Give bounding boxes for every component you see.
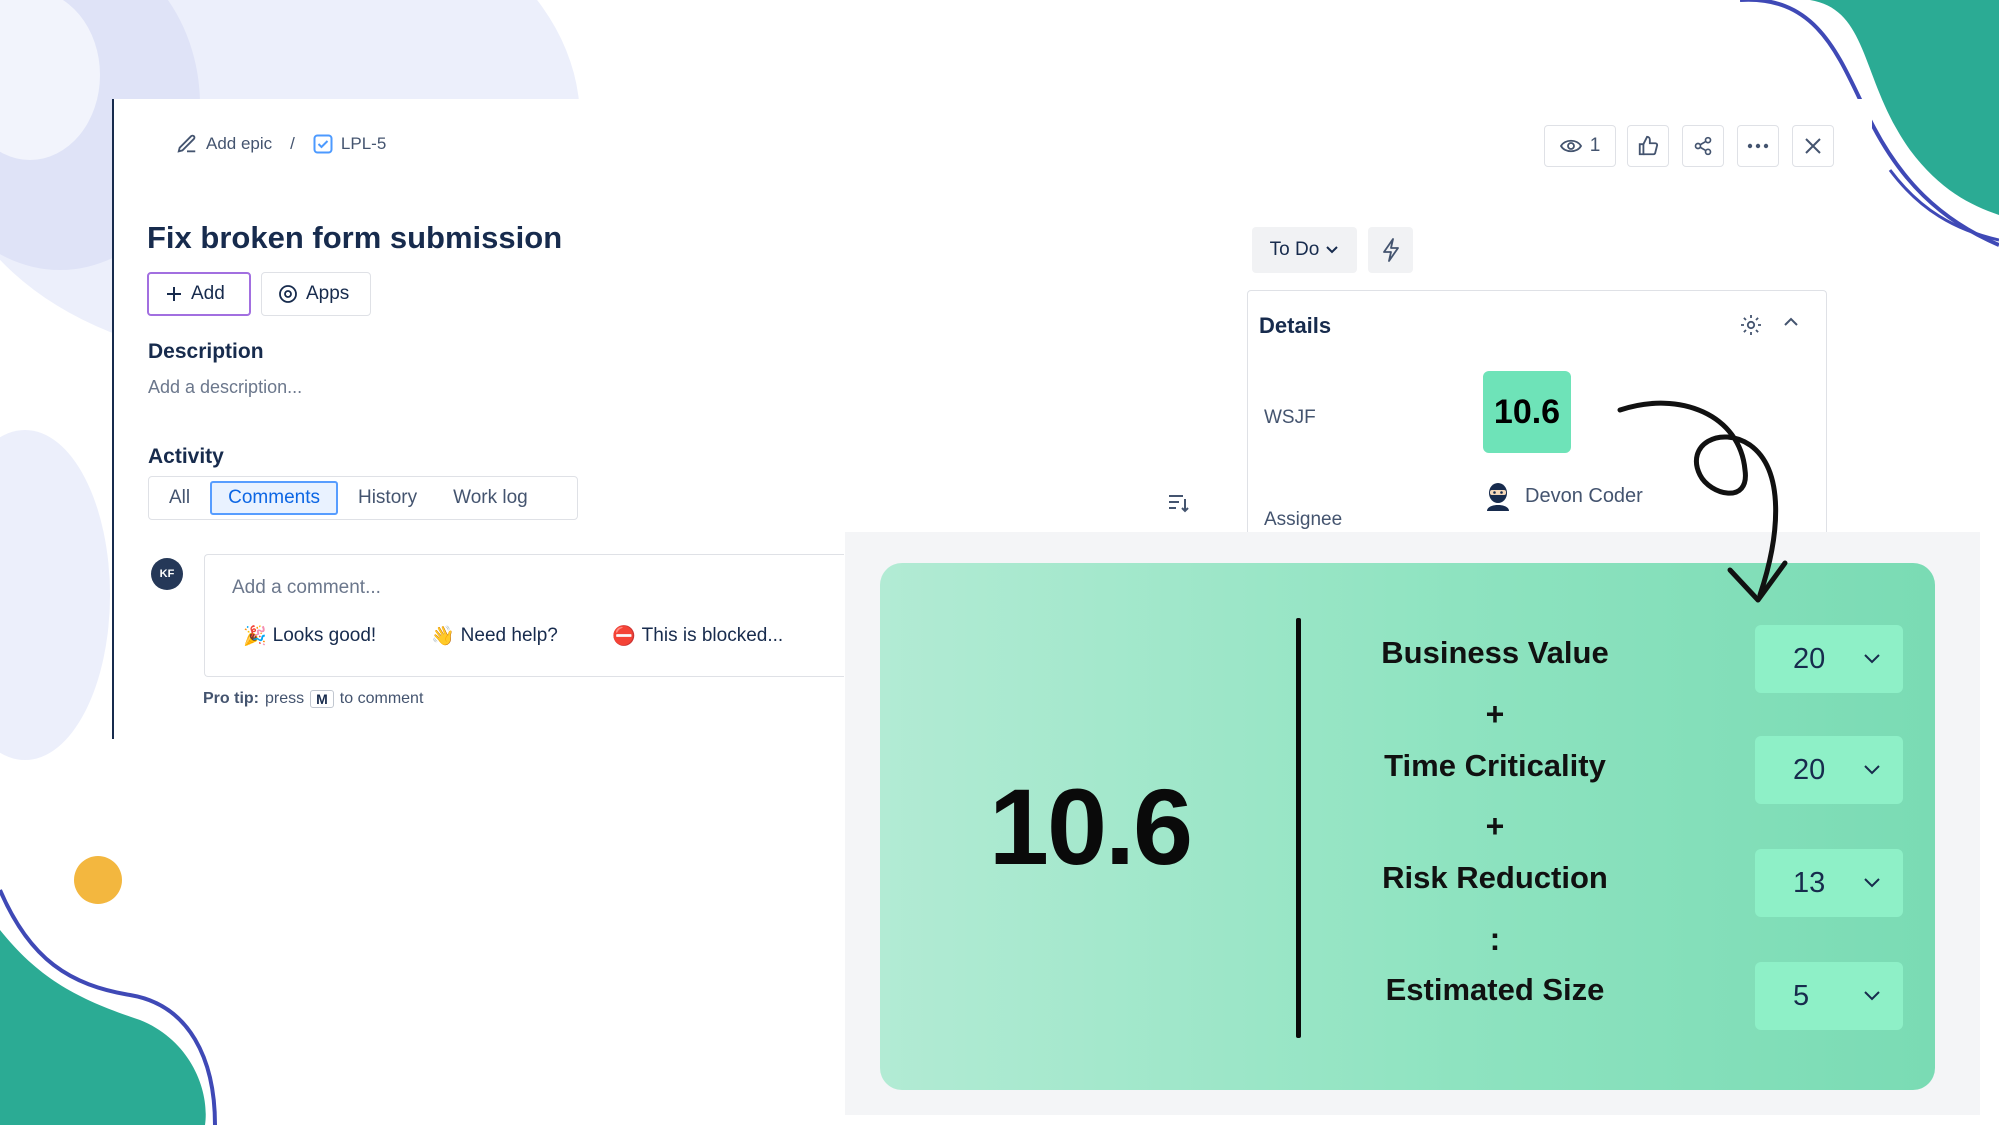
ninja-avatar-icon — [1483, 481, 1513, 511]
risk-reduction-select[interactable]: 13 — [1755, 849, 1903, 917]
wsjf-calculator-panel: 10.6 Business Value + Time Criticality +… — [880, 563, 1935, 1090]
add-epic-label: Add epic — [206, 134, 273, 153]
screen: Add epic / LPL-5 Fix broken form submiss… — [0, 0, 1999, 1125]
quick-reply-label: Need help? — [460, 625, 558, 646]
status-dropdown[interactable]: To Do — [1252, 227, 1357, 273]
chevron-down-icon — [1863, 653, 1881, 665]
background-blob — [0, 430, 110, 760]
breadcrumb: Add epic / LPL-5 — [176, 133, 386, 155]
quick-reply-blocked[interactable]: ⛔ This is blocked... — [612, 624, 783, 648]
comment-placeholder: Add a comment... — [232, 577, 381, 598]
curved-arrow-icon — [1617, 400, 1788, 603]
share-button[interactable] — [1682, 125, 1724, 167]
apps-button[interactable]: Apps — [261, 272, 371, 316]
thumbs-up-icon — [1637, 135, 1659, 157]
share-icon — [1693, 136, 1713, 156]
chevron-down-icon — [1325, 245, 1339, 255]
divider — [1296, 618, 1301, 1038]
quick-reply-label: Looks good! — [272, 625, 377, 646]
task-checkbox-icon — [313, 134, 333, 154]
status-value: To Do — [1269, 239, 1320, 260]
eye-icon — [1559, 138, 1582, 154]
add-button[interactable]: Add — [147, 272, 251, 316]
wsjf-label: WSJF — [1264, 407, 1316, 428]
select-value: 13 — [1793, 866, 1826, 899]
quick-reply-looks-good[interactable]: 🎉 Looks good! — [243, 624, 376, 648]
watch-count: 1 — [1589, 135, 1601, 156]
pro-tip-prefix: Pro tip: — [203, 690, 259, 707]
issue-title[interactable]: Fix broken form submission — [147, 220, 562, 256]
time-criticality-label: Time Criticality — [1384, 748, 1606, 783]
no-entry-emoji-icon: ⛔ — [612, 626, 636, 647]
description-heading: Description — [148, 340, 264, 363]
comment-input[interactable]: Add a comment... 🎉 Looks good! 👋 Need he… — [204, 554, 844, 677]
issue-key-label: LPL-5 — [340, 134, 387, 153]
chevron-down-icon — [1863, 764, 1881, 776]
plus-operator: + — [1485, 696, 1505, 732]
select-value: 5 — [1793, 979, 1810, 1012]
yellow-dot-decoration — [74, 856, 122, 904]
wsjf-score: 10.6 — [988, 766, 1193, 887]
pro-tip: Pro tip: press M to comment — [203, 690, 423, 708]
close-icon — [1804, 137, 1822, 155]
activity-heading: Activity — [148, 445, 224, 468]
breadcrumb-separator: / — [290, 134, 295, 153]
wsjf-value[interactable]: 10.6 — [1483, 371, 1571, 453]
tab-comments[interactable]: Comments — [210, 481, 338, 515]
details-heading: Details — [1259, 313, 1332, 338]
risk-reduction-label: Risk Reduction — [1382, 860, 1608, 895]
activity-tabs: All Comments History Work log — [148, 476, 578, 520]
estimated-size-label: Estimated Size — [1385, 972, 1605, 1007]
watch-button[interactable]: 1 — [1544, 125, 1616, 167]
gear-icon[interactable] — [1739, 313, 1763, 342]
automation-button[interactable] — [1368, 227, 1413, 273]
sort-icon[interactable] — [1166, 492, 1190, 519]
teal-wave-decoration — [0, 889, 217, 1125]
time-criticality-select[interactable]: 20 — [1755, 736, 1903, 804]
business-value-label: Business Value — [1381, 635, 1609, 670]
party-emoji-icon: 🎉 — [243, 626, 267, 647]
add-button-label: Add — [191, 283, 225, 304]
more-button[interactable] — [1737, 125, 1779, 167]
chevron-down-icon — [1863, 990, 1881, 1002]
select-value: 20 — [1793, 753, 1826, 786]
estimated-size-select[interactable]: 5 — [1755, 962, 1903, 1030]
add-epic-link[interactable]: Add epic — [176, 133, 272, 155]
tab-all[interactable]: All — [153, 481, 206, 515]
close-button[interactable] — [1792, 125, 1834, 167]
pro-tip-press: press — [265, 690, 305, 707]
tab-work-log[interactable]: Work log — [437, 481, 544, 515]
edit-icon — [176, 133, 198, 155]
apps-icon — [278, 284, 298, 304]
quick-reply-need-help[interactable]: 👋 Need help? — [431, 624, 558, 648]
business-value-select[interactable]: 20 — [1755, 625, 1903, 693]
assignee-label: Assignee — [1264, 509, 1343, 530]
select-value: 20 — [1793, 642, 1826, 675]
issue-key-link[interactable]: LPL-5 — [313, 134, 386, 154]
shortcut-key: M — [310, 690, 334, 708]
description-field[interactable]: Add a description... — [148, 377, 302, 398]
pro-tip-suffix: to comment — [339, 690, 424, 707]
wave-emoji-icon: 👋 — [431, 626, 455, 647]
plus-operator: + — [1485, 808, 1505, 844]
chevron-down-icon — [1863, 877, 1881, 889]
apps-button-label: Apps — [306, 283, 350, 304]
avatar: KF — [151, 558, 183, 590]
quick-reply-label: This is blocked... — [641, 625, 784, 646]
lightning-icon — [1382, 238, 1400, 262]
like-button[interactable] — [1627, 125, 1669, 167]
plus-icon — [165, 285, 183, 303]
chevron-up-icon[interactable] — [1783, 315, 1799, 333]
divide-operator: : — [1489, 921, 1501, 957]
more-icon — [1747, 143, 1769, 149]
tab-history[interactable]: History — [342, 481, 433, 515]
